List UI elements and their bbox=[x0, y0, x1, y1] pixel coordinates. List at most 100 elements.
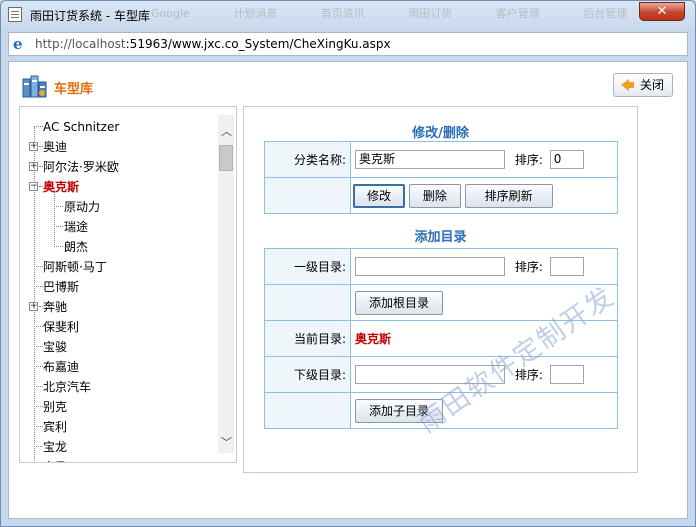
tree-item-label: 瑞途 bbox=[64, 220, 89, 234]
tree-connector bbox=[34, 406, 43, 407]
edit-table: 分类名称: 奥克斯 排序: 0 修改 删除 排序刷新 bbox=[264, 141, 618, 214]
tree-scrollbar[interactable]: ︿ ﹀ bbox=[218, 115, 234, 453]
tree-item[interactable]: 瑞途 bbox=[20, 217, 216, 237]
address-bar[interactable]: e http://localhost:51963/www.jxc.co_Syst… bbox=[8, 32, 688, 56]
scroll-up-icon[interactable]: ︿ bbox=[221, 126, 232, 137]
tree-item-label: 保斐利 bbox=[43, 320, 80, 334]
category-name-input[interactable]: 奥克斯 bbox=[355, 150, 505, 169]
tree-connector bbox=[54, 246, 63, 247]
empty-cell bbox=[264, 177, 351, 214]
tree-item[interactable]: + 阿尔法·罗米欧 bbox=[20, 157, 216, 177]
close-page-label: 关闭 bbox=[640, 78, 665, 92]
scroll-down-icon[interactable]: ﹀ bbox=[221, 437, 232, 448]
delete-button[interactable]: 删除 bbox=[408, 183, 461, 208]
sub-label: 下级目录: bbox=[264, 356, 351, 393]
tree-item[interactable]: 原动力 bbox=[20, 197, 216, 217]
level1-label: 一级目录: bbox=[264, 248, 351, 285]
tree-item-label: 宝骏 bbox=[43, 340, 68, 354]
tree-item-label: 宾利 bbox=[43, 420, 68, 434]
tree-connector bbox=[54, 226, 63, 227]
tree-item[interactable]: 宝骏 bbox=[20, 337, 216, 357]
tree-item[interactable]: 宝龙 bbox=[20, 437, 216, 457]
name-label: 分类名称: bbox=[264, 141, 351, 178]
add-section-title: 添加目录 bbox=[414, 230, 467, 245]
level1-input[interactable] bbox=[355, 257, 505, 276]
tree-connector bbox=[34, 286, 43, 287]
close-page-button[interactable]: 关闭 bbox=[613, 73, 673, 97]
tree-item[interactable]: + 奥迪 bbox=[20, 137, 216, 157]
refresh-sort-button[interactable]: 排序刷新 bbox=[464, 183, 553, 208]
tree-trunk-line bbox=[34, 127, 35, 462]
sort-label: 排序: bbox=[514, 153, 543, 167]
document-icon bbox=[8, 7, 22, 22]
ghost-tab: 首页资讯 bbox=[320, 7, 365, 20]
tree-connector bbox=[34, 266, 43, 267]
ghost-tab: 后台管理 bbox=[583, 7, 628, 20]
sub-sort-input[interactable] bbox=[549, 365, 584, 384]
tree-branch-line bbox=[54, 187, 55, 247]
tree-item-label: 奔驰 bbox=[43, 300, 68, 314]
tree-item[interactable]: 朗杰 bbox=[20, 237, 216, 257]
edit-section-title: 修改/删除 bbox=[412, 126, 469, 141]
tree-item[interactable]: 别克 bbox=[20, 397, 216, 417]
add-root-button[interactable]: 添加根目录 bbox=[355, 290, 443, 315]
tree-item-label: 巴博斯 bbox=[43, 280, 80, 294]
modify-button[interactable]: 修改 bbox=[353, 183, 405, 208]
car-library-icon bbox=[22, 75, 47, 98]
tree-item[interactable]: 保斐利 bbox=[20, 317, 216, 337]
tree-item[interactable]: + 奔驰 bbox=[20, 297, 216, 317]
dialog-window: 雨田订货系统 - 车型库 Google 计划消息 首页资讯 雨田订货 客户管理 … bbox=[0, 0, 696, 527]
empty-cell bbox=[264, 284, 351, 321]
page-title: 车型库 bbox=[54, 82, 94, 97]
tree-item-label: 原动力 bbox=[64, 200, 101, 214]
window-title: 雨田订货系统 - 车型库 bbox=[30, 9, 150, 23]
tree-connector bbox=[34, 346, 43, 347]
url-prefix: http://localhost bbox=[35, 37, 126, 51]
tree-item-label: 朗杰 bbox=[64, 240, 89, 254]
sort-input[interactable]: 0 bbox=[549, 150, 584, 169]
ghost-tab: 客户管理 bbox=[495, 7, 540, 20]
tree-item[interactable]: − 奥克斯 bbox=[20, 177, 216, 197]
tree-item[interactable]: AC Schnitzer bbox=[20, 117, 216, 137]
back-arrow-tail bbox=[627, 82, 634, 88]
current-directory-value: 奥克斯 bbox=[355, 332, 392, 346]
ie-icon: e bbox=[13, 35, 23, 53]
background-tabs: Google 计划消息 首页资讯 雨田订货 客户管理 后台管理 bbox=[151, 5, 627, 23]
tree-connector bbox=[34, 386, 43, 387]
tree-connector bbox=[34, 446, 43, 447]
tree-item-label: 宝马 bbox=[43, 457, 67, 462]
tree-item-label: 北京汽车 bbox=[43, 380, 92, 394]
level1-sort-label: 排序: bbox=[514, 260, 543, 274]
current-label: 当前目录: bbox=[264, 320, 351, 357]
category-tree-panel: AC Schnitzer + 奥迪 + 阿尔法·罗米欧 − 奥克斯原动力瑞途朗杰阿斯顿·马丁… bbox=[19, 106, 237, 463]
title-bar: 雨田订货系统 - 车型库 Google 计划消息 首页资讯 雨田订货 客户管理 … bbox=[1, 1, 695, 29]
window-close-button[interactable]: ✕ bbox=[639, 2, 685, 21]
tree-item-label: AC Schnitzer bbox=[43, 120, 120, 134]
tree-connector bbox=[54, 206, 63, 207]
tree-item[interactable]: 宝马 bbox=[20, 457, 216, 462]
tree-item-label: 奥迪 bbox=[43, 140, 68, 154]
tree-item-label: 别克 bbox=[43, 400, 68, 414]
level1-sort-input[interactable] bbox=[549, 257, 584, 276]
tree-item[interactable]: 布嘉迪 bbox=[20, 357, 216, 377]
empty-cell bbox=[264, 392, 351, 429]
ghost-tab: 计划消息 bbox=[233, 7, 278, 20]
tree-connector bbox=[34, 326, 43, 327]
ghost-tab: 雨田订货 bbox=[408, 7, 453, 20]
ghost-tab: Google bbox=[151, 7, 190, 20]
scroll-thumb[interactable] bbox=[219, 145, 233, 171]
url-text: http://localhost:51963/www.jxc.co_System… bbox=[35, 37, 391, 51]
tree-connector bbox=[34, 366, 43, 367]
tree-connector bbox=[34, 126, 43, 127]
tree-item-label: 布嘉迪 bbox=[43, 360, 80, 374]
tree-item-label: 阿斯顿·马丁 bbox=[43, 260, 107, 274]
tree-item[interactable]: 阿斯顿·马丁 bbox=[20, 257, 216, 277]
category-tree: AC Schnitzer + 奥迪 + 阿尔法·罗米欧 − 奥克斯原动力瑞途朗杰阿斯顿·马丁… bbox=[20, 117, 216, 462]
tree-connector bbox=[34, 426, 43, 427]
tree-item[interactable]: 巴博斯 bbox=[20, 277, 216, 297]
tree-item-label: 阿尔法·罗米欧 bbox=[43, 160, 119, 174]
tree-item[interactable]: 宾利 bbox=[20, 417, 216, 437]
tree-item[interactable]: 北京汽车 bbox=[20, 377, 216, 397]
tree-item-label: 奥克斯 bbox=[43, 180, 80, 194]
tree-item-label: 宝龙 bbox=[43, 440, 68, 454]
